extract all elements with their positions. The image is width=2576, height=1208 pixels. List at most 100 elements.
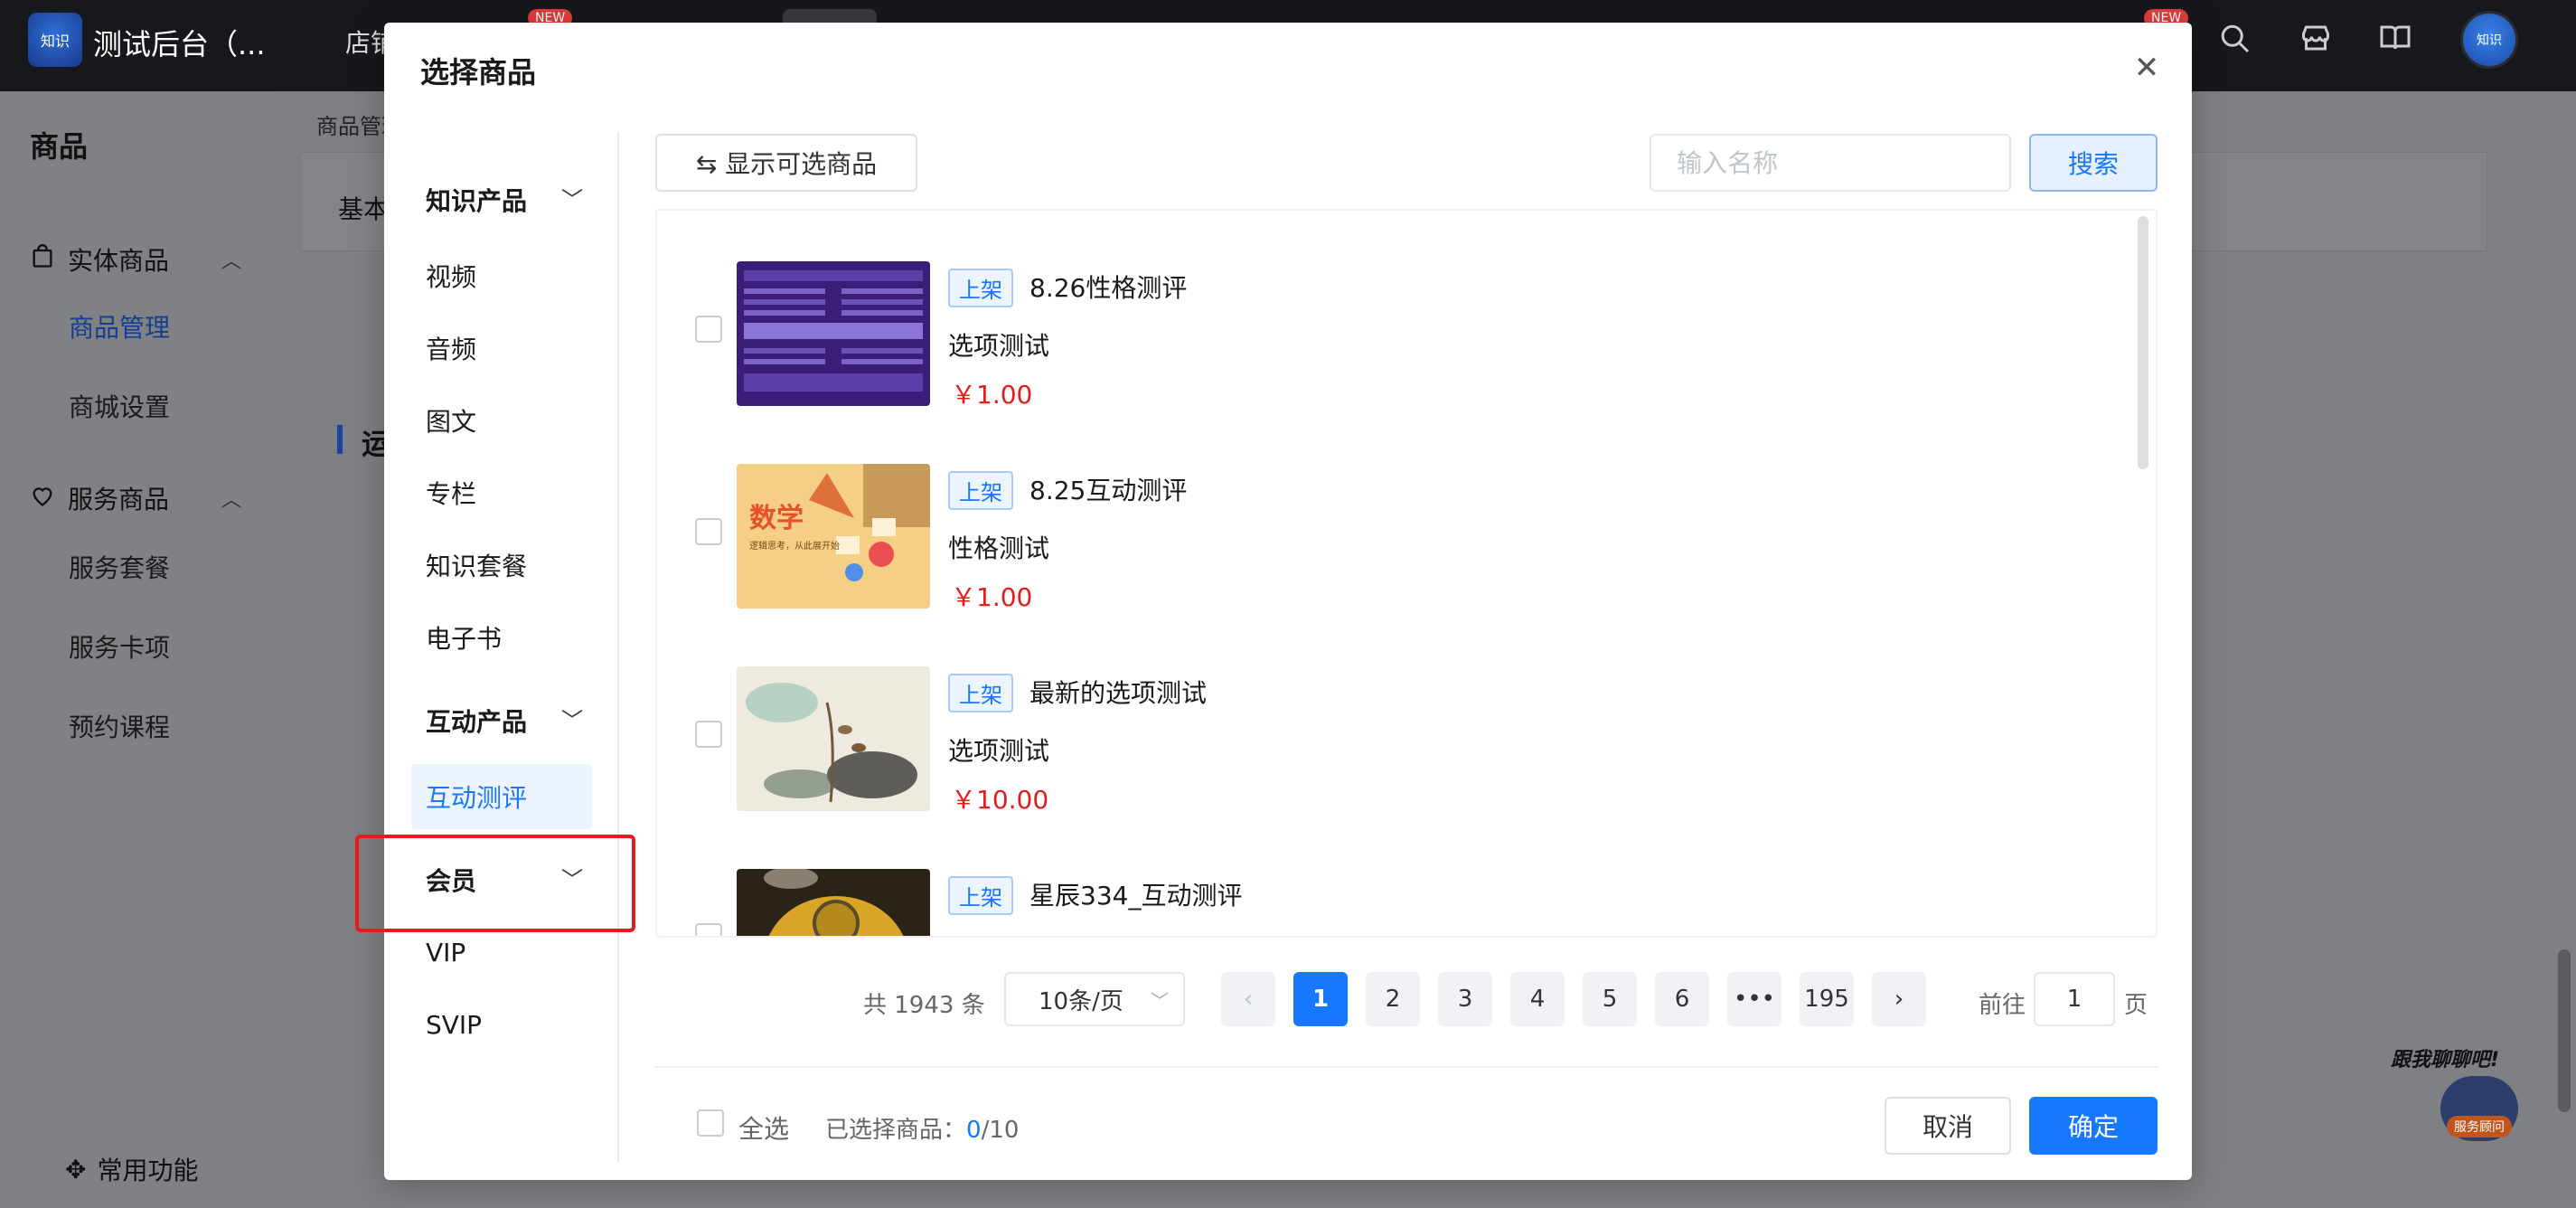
product-checkbox[interactable] [695,316,722,343]
store-icon[interactable] [2298,20,2334,56]
page-scrollbar[interactable] [2558,949,2571,1112]
thumbnail-title: 数学 [749,503,804,534]
chevron-down-icon: ﹀ [1151,990,1169,1012]
sidebar-group-physical[interactable]: 实体商品 ︿ [30,241,241,278]
category-knowledge-package[interactable]: 知识套餐 [426,547,527,583]
category-interactive-assessment[interactable]: 互动测评 [411,764,592,829]
product-thumbnail [737,261,930,406]
category-group-interactive[interactable]: 互动产品 ﹀ [426,703,588,739]
page-3[interactable]: 3 [1438,972,1492,1026]
page-6[interactable]: 6 [1655,972,1709,1026]
category-group-knowledge[interactable]: 知识产品 ﹀ [426,182,588,218]
page-1[interactable]: 1 [1293,972,1348,1026]
product-checkbox[interactable] [695,923,722,936]
category-column[interactable]: 专栏 [426,475,476,511]
product-price: ￥10.00 [951,785,1049,815]
sidebar: 商品 实体商品 ︿ 商品管理 商城设置 服务商品 ︿ 服务套餐 服务卡项 预约课… [0,91,271,1208]
page-195[interactable]: 195 [1800,972,1854,1026]
goto-page-input[interactable] [2034,972,2115,1026]
category-vip[interactable]: VIP [426,938,465,967]
product-name: 8.25互动测评 [1029,476,1188,505]
next-page-button[interactable]: › [1872,972,1926,1026]
status-badge: 上架 [948,471,1013,510]
page-4[interactable]: 4 [1510,972,1565,1026]
page-size-select[interactable]: 10条/页 ﹀ [1004,972,1185,1026]
product-checkbox[interactable] [695,721,722,748]
chevron-down-icon: ﹀ [561,187,583,212]
chat-prompt[interactable]: 跟我聊聊吧! [2391,1043,2499,1072]
status-badge: 上架 [948,269,1013,307]
footer-divider [655,1066,2158,1068]
confirm-button[interactable]: 确定 [2029,1097,2158,1155]
product-name: 星辰334_互动测评 [1029,881,1243,911]
list-item[interactable]: 上架 星辰334_互动测评 [657,818,2103,936]
search-button[interactable]: 搜索 [2029,134,2158,192]
chevron-down-icon: ﹀ [561,708,583,733]
product-type: 性格测试 [948,533,1050,563]
list-item[interactable]: 上架 最新的选项测试 选项测试 ￥10.00 [657,616,2103,815]
prev-page-button[interactable]: ‹ [1221,972,1275,1026]
product-checkbox[interactable] [695,518,722,545]
tab-basic[interactable]: 基本 [338,190,389,226]
product-thumbnail [737,666,930,811]
page-ellipsis[interactable]: ••• [1727,972,1782,1026]
category-article[interactable]: 图文 [426,402,476,439]
sidebar-item-product-management[interactable]: 商品管理 [69,308,170,344]
brand-logo[interactable]: 知识 [28,13,82,67]
chevron-up-icon: ︿ [221,250,242,273]
sidebar-item-service-package[interactable]: 服务套餐 [69,549,170,585]
list-scrollbar[interactable] [2138,216,2148,469]
chevron-up-icon: ︿ [221,489,242,512]
product-name: 最新的选项测试 [1029,678,1208,708]
sidebar-group-label: 服务商品 [68,485,170,514]
modal-title: 选择商品 [420,55,537,90]
pagination-total: 共 1943 条 [863,992,985,1019]
category-ebook[interactable]: 电子书 [426,619,502,656]
select-all-label[interactable]: 全选 [738,1109,789,1146]
grid-icon: ✥ [65,1154,87,1184]
selected-count: 已选择商品：0/10 [825,1117,1020,1144]
sidebar-common-functions[interactable]: ✥ 常用功能 [65,1151,198,1187]
product-type: 选项测试 [948,331,1050,361]
sidebar-heading: 商品 [30,129,89,164]
app-title[interactable]: 测试后台（... [93,22,266,63]
page-2[interactable]: 2 [1366,972,1420,1026]
sidebar-group-service[interactable]: 服务商品 ︿ [30,480,241,516]
list-item[interactable]: 数学 逻辑思考，从此展开始 上架 8.25互动测评 性格测试 ￥1.00 [657,413,2103,612]
search-icon[interactable] [2216,20,2252,56]
book-icon[interactable] [2377,20,2413,56]
category-panel: 知识产品 ﹀ 视频 音频 图文 专栏 知识套餐 电子书 互动产品 ﹀ 互动测评 会员… [355,131,635,1162]
cancel-button[interactable]: 取消 [1885,1097,2011,1155]
status-badge: 上架 [948,674,1013,713]
product-thumbnail: 数学 逻辑思考，从此展开始 [737,464,930,609]
category-svip[interactable]: SVIP [426,1010,482,1040]
category-video[interactable]: 视频 [426,258,476,294]
select-product-modal: 选择商品 ✕ 知识产品 ﹀ 视频 音频 图文 专栏 知识套餐 电子书 互动产品 ﹀ … [355,23,2192,1180]
goto-label: 前往 [1979,992,2026,1019]
sidebar-group-label: 实体商品 [68,246,170,276]
close-icon[interactable]: ✕ [2129,50,2165,86]
product-list[interactable]: 上架 8.26性格测评 选项测试 ￥1.00 数学 逻辑思考，从此展开始 上架 … [655,209,2158,938]
sidebar-item-service-card[interactable]: 服务卡项 [69,628,170,665]
product-name: 8.26性格测评 [1029,273,1188,303]
product-type: 选项测试 [948,736,1050,766]
page-5[interactable]: 5 [1583,972,1637,1026]
category-group-member[interactable]: 会员 ﹀ [426,862,588,898]
sidebar-item-mall-settings[interactable]: 商城设置 [69,388,170,424]
avatar[interactable]: 知识 [2460,11,2518,69]
toggle-available-button[interactable]: ⇆ 显示可选商品 [655,134,917,192]
select-all-checkbox[interactable] [697,1109,724,1137]
search-input[interactable] [1650,134,2011,192]
chat-assistant-button[interactable]: 服务顾问 [2440,1076,2518,1141]
product-price: ￥1.00 [951,582,1033,612]
category-audio[interactable]: 音频 [426,330,476,366]
sidebar-item-booking-course[interactable]: 预约课程 [69,708,170,744]
status-badge: 上架 [948,876,1013,915]
chevron-down-icon: ﹀ [561,867,583,892]
heart-icon [30,483,55,514]
product-price: ￥1.00 [951,380,1033,410]
list-item[interactable]: 上架 8.26性格测评 选项测试 ￥1.00 [657,211,2103,410]
bag-icon [30,243,55,276]
thumbnail-subtitle: 逻辑思考，从此展开始 [749,540,840,552]
goto-unit: 页 [2124,992,2148,1019]
